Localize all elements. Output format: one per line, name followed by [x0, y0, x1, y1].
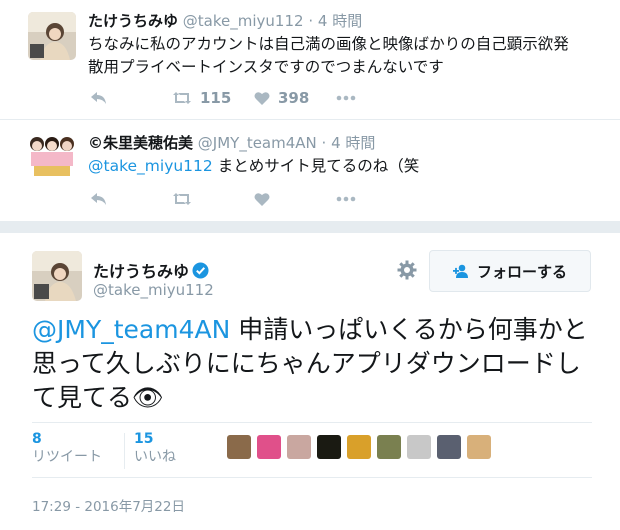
author-handle[interactable]: @take_miyu112: [183, 12, 304, 30]
like-count: 398: [278, 89, 310, 107]
like-button[interactable]: 398: [254, 89, 336, 107]
tweet-2[interactable]: ©朱里美穂佑美 @JMY_team4AN · 4 時間 @take_miyu11…: [0, 121, 620, 221]
eye-emoji: 👁: [132, 383, 164, 412]
tweet-time[interactable]: 4 時間: [318, 12, 362, 30]
tweet-text: ちなみに私のアカウントは自己満の画像と映像ばかりの自己顕示欲発散用プライベートイ…: [88, 35, 569, 76]
avatar[interactable]: [28, 12, 76, 60]
heart-icon: [254, 192, 270, 206]
tweet-time[interactable]: 4 時間: [331, 134, 375, 152]
follow-label: フォローする: [476, 262, 567, 281]
follow-button[interactable]: フォローする: [429, 250, 591, 292]
liker-avatar[interactable]: [467, 435, 491, 459]
tweet-header: ©朱里美穂佑美 @JMY_team4AN · 4 時間: [88, 132, 375, 153]
mention-link[interactable]: @take_miyu112: [88, 157, 213, 175]
liker-avatar[interactable]: [317, 435, 341, 459]
reply-button[interactable]: [90, 90, 172, 106]
avatar[interactable]: [32, 251, 82, 301]
retweet-icon: [173, 193, 191, 205]
more-icon: [336, 95, 356, 101]
author-name[interactable]: たけうちみゆ: [93, 262, 189, 281]
retweet-button[interactable]: [172, 192, 254, 206]
author-name[interactable]: たけうちみゆ: [88, 12, 178, 30]
verified-icon: [192, 262, 209, 279]
liker-avatar[interactable]: [227, 435, 251, 459]
tweet-actions: 115 398: [90, 89, 356, 107]
author-handle-row: @take_miyu112: [93, 281, 214, 299]
tweet-actions: [90, 191, 356, 207]
tweet-header: たけうちみゆ @take_miyu112 · 4 時間: [88, 10, 362, 31]
more-button[interactable]: [336, 196, 356, 202]
main-tweet: たけうちみゆ @take_miyu112 フォローする @JMY_team4AN…: [0, 233, 620, 530]
reply-button[interactable]: [90, 191, 172, 207]
author-name[interactable]: ©朱里美穂佑美: [88, 134, 193, 152]
liker-avatar[interactable]: [377, 435, 401, 459]
liker-avatars: [227, 435, 497, 459]
retweet-label: リツイート: [32, 449, 102, 465]
avatar[interactable]: [28, 130, 76, 178]
tweet-timestamp[interactable]: 17:29 - 2016年7月22日: [32, 495, 185, 515]
liker-avatar[interactable]: [347, 435, 371, 459]
like-button[interactable]: [254, 192, 336, 207]
tweet-body: まとめサイト見てるのね（笑: [212, 157, 420, 175]
retweet-button[interactable]: 115: [172, 89, 254, 107]
author-handle[interactable]: @take_miyu112: [93, 281, 214, 299]
reply-icon: [91, 92, 106, 104]
like-label: いいね: [134, 449, 176, 465]
tweet-1[interactable]: たけうちみゆ @take_miyu112 · 4 時間 ちなみに私のアカウントは…: [0, 0, 620, 120]
liker-avatar[interactable]: [437, 435, 461, 459]
author-handle[interactable]: @JMY_team4AN: [198, 134, 317, 152]
thread-divider: [0, 221, 620, 233]
tweet-text: @take_miyu112 まとめサイト見てるのね（笑: [88, 155, 583, 178]
more-icon: [336, 196, 356, 202]
like-stat[interactable]: 15 いいね: [134, 430, 176, 466]
separator: ·: [308, 12, 314, 30]
like-count: 15: [134, 431, 154, 447]
retweet-icon: [173, 92, 191, 104]
heart-icon: [254, 91, 270, 105]
retweet-count: 115: [200, 89, 232, 107]
liker-avatar[interactable]: [287, 435, 311, 459]
liker-avatar[interactable]: [407, 435, 431, 459]
follow-user-icon: [452, 264, 468, 278]
tweet-stats: 8 リツイート 15 いいね: [32, 422, 592, 478]
retweet-count: 8: [32, 431, 42, 447]
author-name-row: たけうちみゆ: [93, 258, 209, 282]
separator: ·: [321, 134, 327, 152]
stat-divider: [124, 433, 125, 469]
liker-avatar[interactable]: [257, 435, 281, 459]
reply-icon: [91, 193, 106, 205]
tweet-text: @JMY_team4AN 申請いっぱいくるから何事かと思って久しぶりににちゃんア…: [32, 313, 602, 415]
retweet-stat[interactable]: 8 リツイート: [32, 430, 102, 466]
mention-link[interactable]: @JMY_team4AN: [32, 315, 230, 344]
more-button[interactable]: [336, 95, 356, 101]
gear-icon[interactable]: [396, 259, 418, 281]
